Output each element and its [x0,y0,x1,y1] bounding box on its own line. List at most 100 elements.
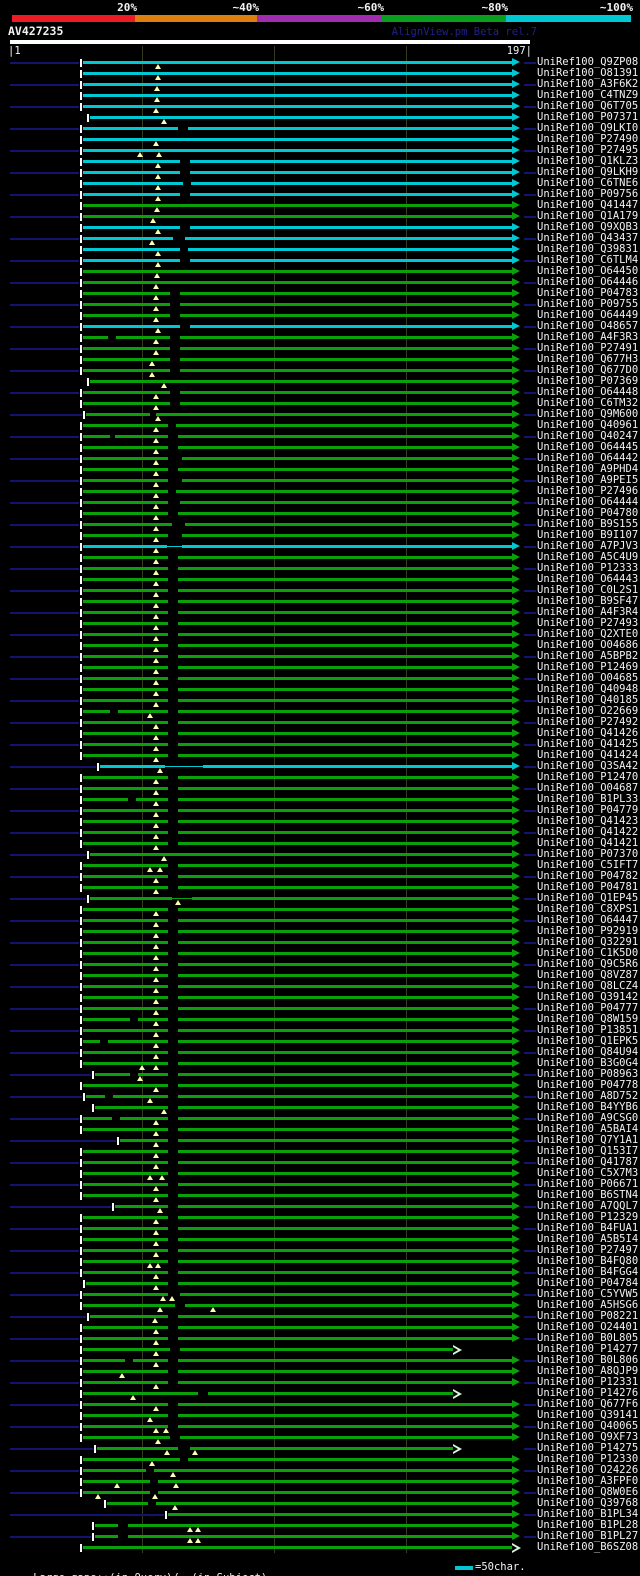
alignment-bar[interactable] [83,1271,512,1274]
alignment-bar[interactable] [83,303,512,306]
alignment-bar[interactable] [90,380,512,383]
alignment-bar[interactable] [83,1436,512,1439]
alignment-bar[interactable] [83,358,512,361]
alignment-bar[interactable] [95,1106,512,1109]
alignment-bar[interactable] [83,1480,512,1483]
alignment-bar[interactable] [83,1403,512,1406]
alignment-bar[interactable] [83,72,512,75]
alignment-bar[interactable] [83,424,512,427]
alignment-bar[interactable] [83,1150,512,1153]
alignment-bar[interactable] [83,523,512,526]
hit-label[interactable]: UniRef100_B6SZ08 [537,1542,638,1553]
alignment-bar[interactable] [83,1337,512,1340]
alignment-bar[interactable] [83,677,512,680]
alignment-bar[interactable] [83,204,512,207]
alignment-bar[interactable] [83,1084,512,1087]
alignment-bar[interactable] [83,534,512,537]
alignment-bar[interactable] [83,1458,512,1461]
alignment-bar[interactable] [83,820,512,823]
alignment-bar[interactable] [83,270,512,273]
alignment-bar[interactable] [95,1073,512,1076]
alignment-bar[interactable] [83,875,512,878]
alignment-bar[interactable] [83,1161,512,1164]
alignment-bar[interactable] [83,1348,453,1351]
alignment-bar[interactable] [168,1513,512,1516]
alignment-bar[interactable] [83,1117,512,1120]
alignment-bar[interactable] [107,1502,512,1505]
alignment-bar[interactable] [83,237,512,240]
alignment-bar[interactable] [83,1194,512,1197]
alignment-bar[interactable] [83,369,512,372]
alignment-bar[interactable] [83,600,512,603]
alignment-bar[interactable] [83,1238,512,1241]
alignment-bar[interactable] [86,1282,512,1285]
alignment-bar[interactable] [83,402,512,405]
alignment-bar[interactable] [83,1062,512,1065]
alignment-bar[interactable] [83,633,512,636]
alignment-bar[interactable] [83,622,512,625]
alignment-bar[interactable] [83,281,512,284]
alignment-bar[interactable] [83,1040,512,1043]
alignment-bar[interactable] [83,1392,453,1395]
alignment-bar[interactable] [90,116,512,119]
alignment-bar[interactable] [83,831,512,834]
alignment-bar[interactable] [83,501,512,504]
alignment-bar[interactable] [83,1216,512,1219]
alignment-bar[interactable] [90,853,512,856]
alignment-bar[interactable] [83,314,512,317]
alignment-bar[interactable] [83,754,512,757]
alignment-bar[interactable] [83,721,512,724]
alignment-bar[interactable] [83,644,512,647]
alignment-bar[interactable] [97,1447,453,1450]
alignment-bar[interactable] [83,1128,512,1131]
alignment-bar[interactable] [83,732,512,735]
alignment-bar[interactable] [83,886,512,889]
alignment-bar[interactable] [83,963,512,966]
alignment-bar[interactable] [83,589,512,592]
alignment-bar[interactable] [83,1370,512,1373]
alignment-bar[interactable] [83,248,512,251]
alignment-bar[interactable] [83,809,512,812]
alignment-bar[interactable] [83,391,512,394]
alignment-bar[interactable] [83,1381,512,1384]
alignment-bar[interactable] [83,1249,512,1252]
alignment-bar[interactable] [83,666,512,669]
alignment-bar[interactable] [83,193,512,196]
alignment-bar[interactable] [83,611,512,614]
alignment-bar[interactable] [83,182,512,185]
alignment-bar[interactable] [83,941,512,944]
alignment-bar[interactable] [83,215,512,218]
alignment-bar[interactable] [90,897,512,900]
alignment-bar[interactable] [83,545,512,548]
alignment-bar[interactable] [83,952,512,955]
alignment-bar[interactable] [83,171,512,174]
alignment-bar[interactable] [83,1007,512,1010]
alignment-bar[interactable] [83,1425,512,1428]
alignment-bar[interactable] [83,556,512,559]
alignment-bar[interactable] [83,699,512,702]
alignment-bar[interactable] [83,578,512,581]
alignment-bar[interactable] [83,61,512,64]
alignment-bar[interactable] [83,908,512,911]
alignment-bar[interactable] [83,94,512,97]
alignment-bar[interactable] [83,226,512,229]
alignment-bar[interactable] [83,1227,512,1230]
alignment-bar[interactable] [83,787,512,790]
alignment-bar[interactable] [83,105,512,108]
alignment-bar[interactable] [83,160,512,163]
alignment-bar[interactable] [83,259,512,262]
alignment-bar[interactable] [83,127,512,130]
alignment-bar[interactable] [83,974,512,977]
alignment-bar[interactable] [83,479,512,482]
alignment-bar[interactable] [83,688,512,691]
alignment-bar[interactable] [83,512,512,515]
alignment-bar[interactable] [83,1359,512,1362]
alignment-bar[interactable] [83,1293,512,1296]
alignment-bar[interactable] [83,1183,512,1186]
alignment-bar[interactable] [83,996,512,999]
alignment-bar[interactable] [83,567,512,570]
alignment-bar[interactable] [83,798,512,801]
alignment-bar[interactable] [83,468,512,471]
alignment-bar[interactable] [83,1051,512,1054]
alignview-watermark-link[interactable]: AlignView.pm Beta rel.7 [392,27,537,38]
